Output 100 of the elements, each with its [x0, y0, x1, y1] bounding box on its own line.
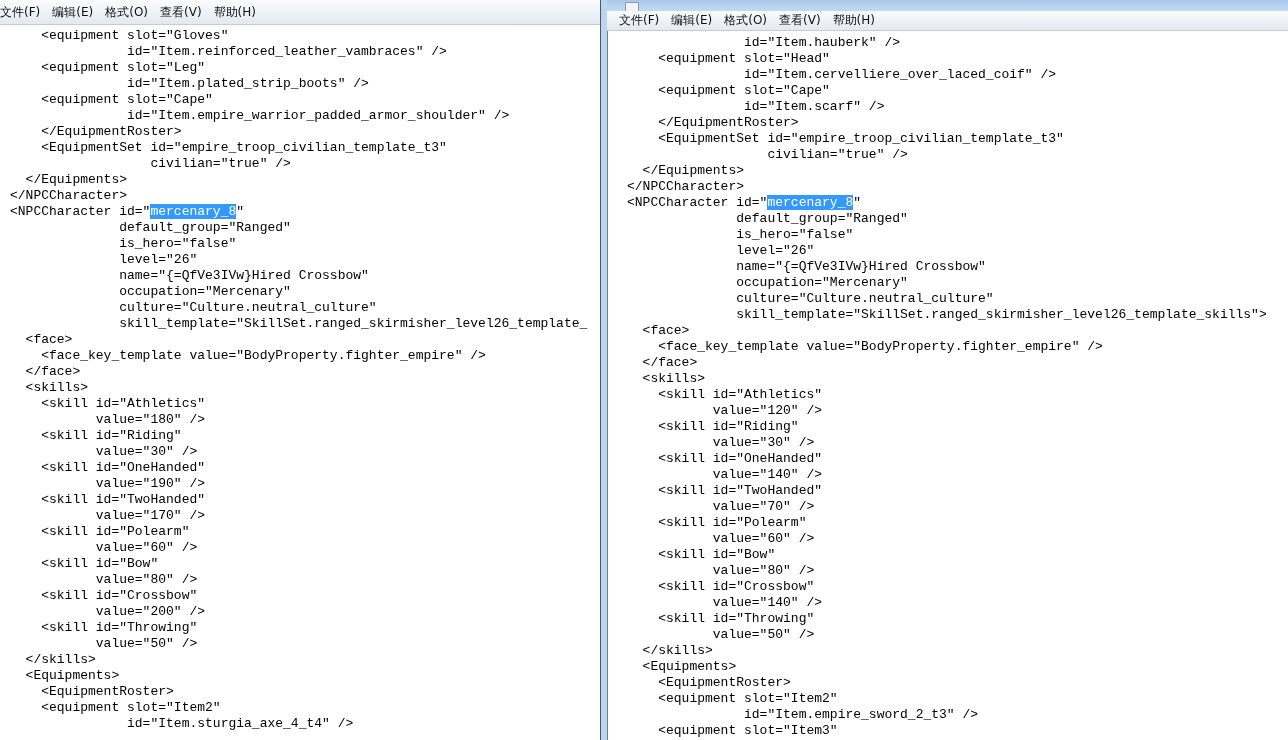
code-text: <NPCCharacter id=" — [627, 195, 768, 210]
code-line: <EquipmentSet id="empire_troop_civilian_template_t3" — [40, 140, 447, 156]
code-line: <equipment slot="Cape" — [657, 83, 830, 99]
code-line: is_hero="false" — [735, 227, 854, 243]
code-line: </Equipments> — [24, 172, 128, 188]
code-line: id="Item.cervelliere_over_laced_coif" /> — [743, 67, 1057, 83]
code-line: value="180" /> — [94, 412, 206, 428]
code-line: name="{=QfVe3IVw}Hired Crossbow" — [118, 268, 369, 284]
code-line: <face_key_template value="BodyProperty.fighter_empire" /> — [40, 348, 486, 364]
menu-item[interactable]: 编辑(E) — [46, 3, 100, 21]
code-line: culture="Culture.neutral_culture" — [735, 291, 994, 307]
code-line: <equipment slot="Item2" — [40, 700, 221, 716]
code-line: is_hero="false" — [118, 236, 237, 252]
code-line: <skill id="Athletics" — [657, 387, 823, 403]
code-line: </NPCCharacter> — [627, 179, 745, 195]
code-line: </EquipmentRoster> — [40, 124, 182, 140]
code-line: </NPCCharacter> — [10, 188, 128, 204]
code-line: value="170" /> — [94, 508, 206, 524]
code-line: </face> — [641, 355, 698, 371]
code-line: <skill id="Polearm" — [40, 524, 190, 540]
menu-item[interactable]: 文件(F) — [613, 12, 666, 29]
code-line: value="60" /> — [711, 531, 815, 547]
code-line: <skill id="Riding" — [657, 419, 799, 435]
code-line: skill_template="SkillSet.ranged_skirmisher_level26_template_ — [118, 316, 588, 332]
menu-item[interactable]: 查看(V) — [773, 12, 827, 29]
code-line: <equipment slot="Head" — [657, 51, 830, 67]
menu-item[interactable]: 帮助(H) — [207, 3, 262, 21]
code-line: <equipment slot="Item2" — [657, 691, 838, 707]
code-line: </skills> — [641, 643, 713, 659]
menu-item[interactable]: 格式(O) — [99, 3, 155, 21]
code-line: value="60" /> — [94, 540, 198, 556]
code-line: id="Item.hauberk" /> — [743, 35, 901, 51]
code-line: value="190" /> — [94, 476, 206, 492]
code-line: value="80" /> — [711, 563, 815, 579]
code-line: occupation="Mercenary" — [118, 284, 291, 300]
code-line: <skill id="Riding" — [40, 428, 182, 444]
code-line: <face> — [24, 332, 73, 348]
code-line: </Equipments> — [641, 163, 745, 179]
code-line: name="{=QfVe3IVw}Hired Crossbow" — [735, 259, 986, 275]
code-line: <skill id="TwoHanded" — [40, 492, 206, 508]
code-line: id="Item.plated_strip_boots" /> — [126, 76, 369, 92]
code-line: <skill id="OneHanded" — [657, 451, 823, 467]
code-text: " — [236, 204, 245, 219]
code-line: <Equipments> — [24, 668, 120, 684]
code-line: value="140" /> — [711, 595, 823, 611]
code-line: </face> — [24, 364, 81, 380]
menu-item[interactable]: 编辑(E) — [665, 12, 719, 29]
code-line: default_group="Ranged" — [735, 211, 908, 227]
code-line: value="140" /> — [711, 467, 823, 483]
code-line: <EquipmentRoster> — [40, 684, 174, 700]
code-line: <face_key_template value="BodyProperty.fighter_empire" /> — [657, 339, 1103, 355]
notepad-icon — [625, 2, 639, 11]
code-line: civilian="true" /> — [149, 156, 291, 172]
code-line: <skill id="Athletics" — [40, 396, 206, 412]
code-line: <skill id="Polearm" — [657, 515, 807, 531]
code-line: id="Item.reinforced_leather_vambraces" /> — [126, 44, 447, 60]
code-line: value="120" /> — [711, 403, 823, 419]
code-line: value="70" /> — [711, 499, 815, 515]
code-text: <NPCCharacter id=" — [10, 204, 151, 219]
menu-item[interactable]: 帮助(H) — [826, 12, 881, 29]
code-line: <skill id="Bow" — [657, 547, 776, 563]
code-line: <face> — [641, 323, 690, 339]
selected-text: mercenary_8 — [150, 204, 237, 219]
code-line: default_group="Ranged" — [118, 220, 291, 236]
code-line: id="Item.scarf" /> — [743, 99, 885, 115]
code-line: </skills> — [24, 652, 96, 668]
code-line: <Equipments> — [641, 659, 737, 675]
code-text: " — [853, 195, 862, 210]
code-line: <skill id="Crossbow" — [657, 579, 815, 595]
menu-item[interactable]: 查看(V) — [154, 3, 208, 21]
code-line: <skill id="Throwing" — [40, 620, 198, 636]
code-line: <equipment slot="Leg" — [40, 60, 206, 76]
code-line: culture="Culture.neutral_culture" — [118, 300, 377, 316]
code-line: <EquipmentRoster> — [657, 675, 791, 691]
code-line: <skill id="Crossbow" — [40, 588, 198, 604]
code-line: </EquipmentRoster> — [657, 115, 799, 131]
code-line: skill_template="SkillSet.ranged_skirmisher_level26_template_skills"> — [735, 307, 1267, 323]
menu-item[interactable]: 文件(F) — [0, 3, 47, 21]
code-line: value="30" /> — [711, 435, 815, 451]
code-line: value="80" /> — [94, 572, 198, 588]
code-line: <skills> — [641, 371, 705, 387]
selected-text: mercenary_8 — [767, 195, 854, 210]
code-line: level="26" — [118, 252, 198, 268]
menu-item[interactable]: 格式(O) — [718, 12, 774, 29]
code-line: <skill id="TwoHanded" — [657, 483, 823, 499]
code-line: value="50" /> — [94, 636, 198, 652]
code-line: id="Item.empire_warrior_padded_armor_shoulder" /> — [126, 108, 510, 124]
code-line: <equipment slot="Gloves" — [40, 28, 229, 44]
code-line: level="26" — [735, 243, 815, 259]
code-line: <skill id="OneHanded" — [40, 460, 206, 476]
code-line: <equipment slot="Item3" — [657, 723, 838, 739]
code-line: id="Item.empire_sword_2_t3" /> — [743, 707, 979, 723]
code-line: civilian="true" /> — [766, 147, 908, 163]
code-line: <skill id="Bow" — [40, 556, 159, 572]
code-line: <skill id="Throwing" — [657, 611, 815, 627]
code-line: value="200" /> — [94, 604, 206, 620]
code-line: <skills> — [24, 380, 88, 396]
code-line: id="Item.sturgia_axe_4_t4" /> — [126, 716, 354, 732]
code-line: value="50" /> — [711, 627, 815, 643]
code-line: <equipment slot="Cape" — [40, 92, 213, 108]
